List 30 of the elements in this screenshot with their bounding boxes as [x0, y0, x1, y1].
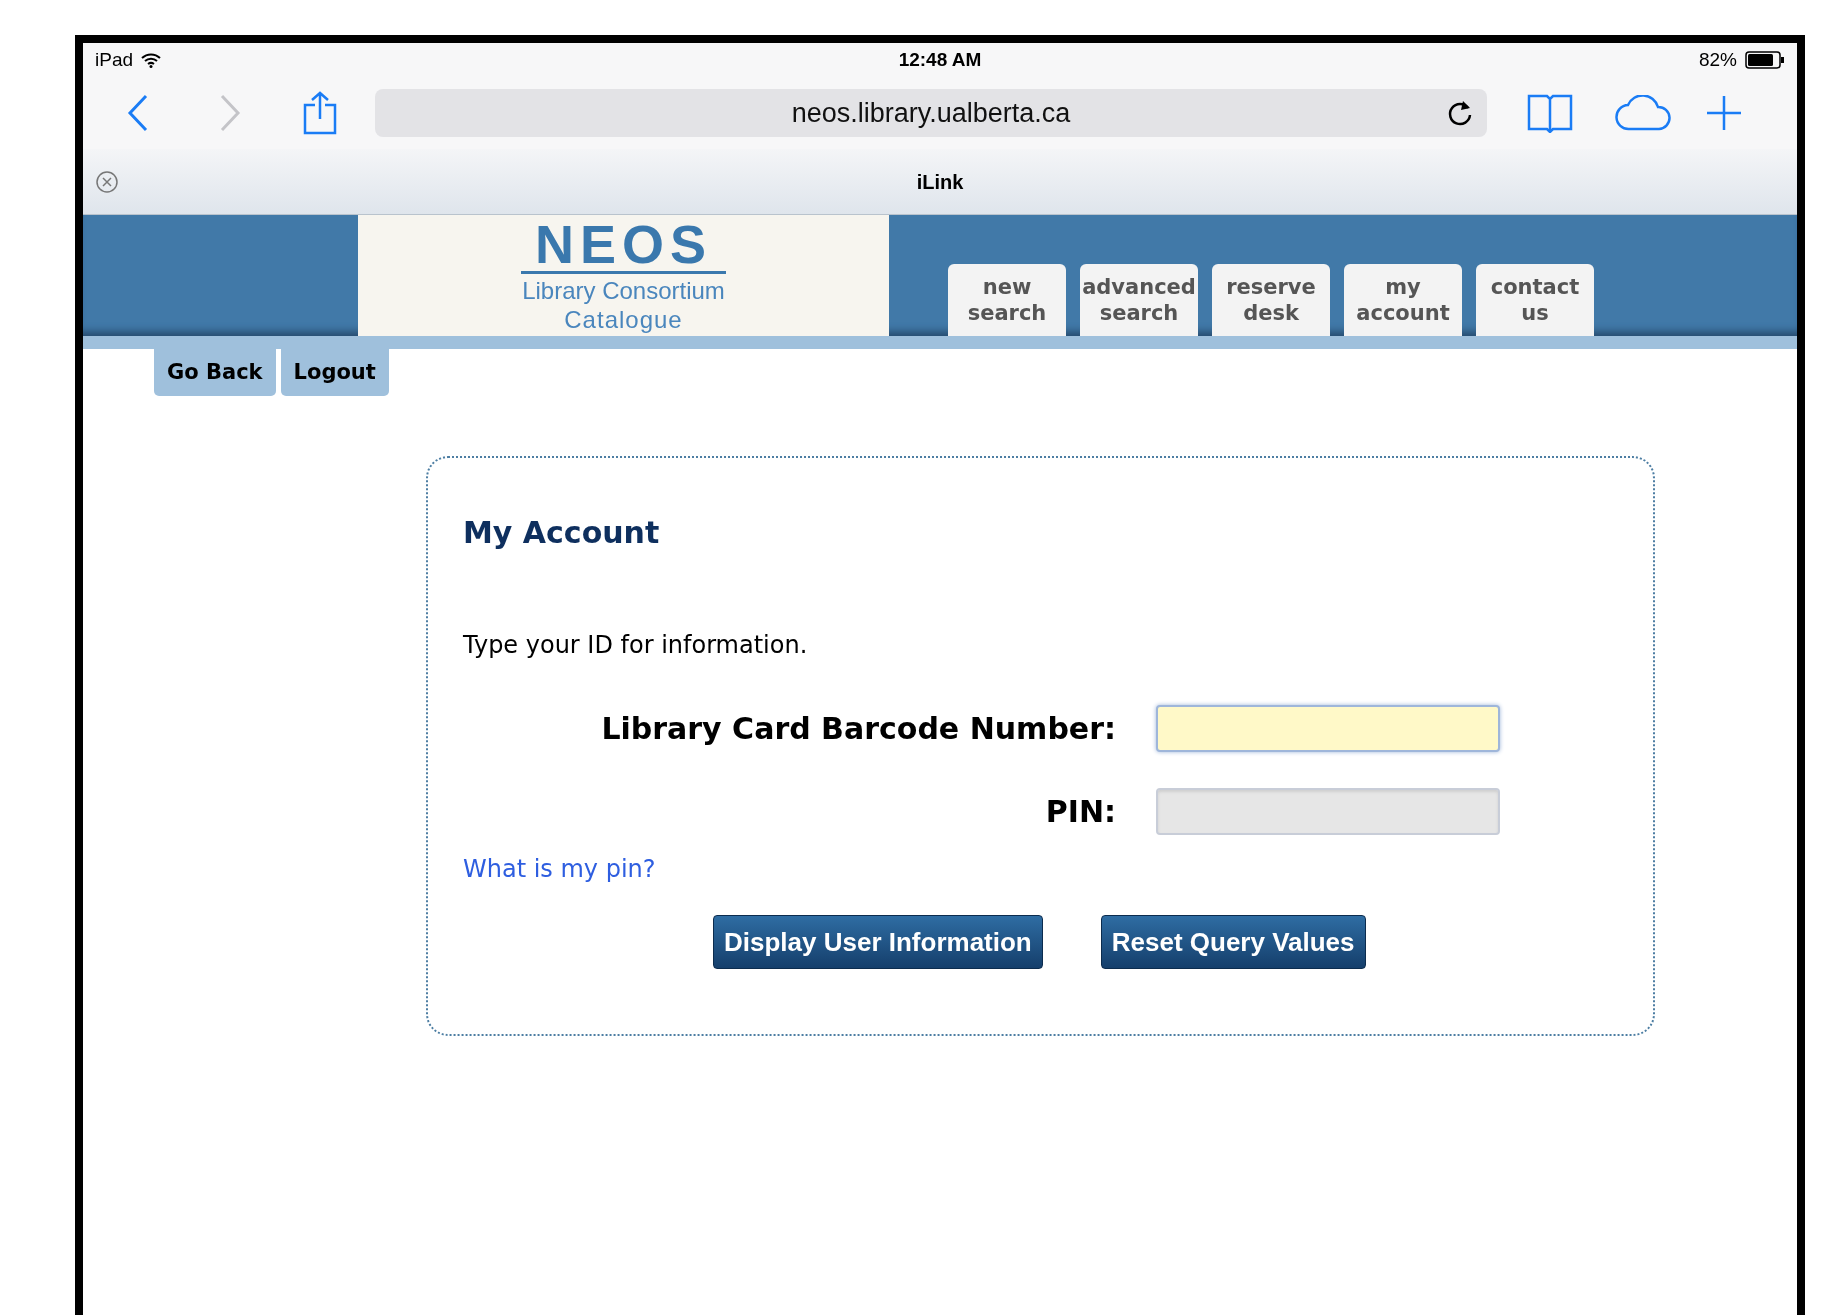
nav-tab[interactable]: contact us [1476, 264, 1594, 336]
battery-icon [1745, 51, 1785, 69]
form-button[interactable]: Display User Information [713, 915, 1043, 969]
logo-subtitle: Catalogue [564, 305, 683, 334]
form-button[interactable]: Reset Query Values [1100, 915, 1366, 969]
battery-percentage: 82% [1698, 47, 1737, 72]
clock-time: 12:48 AM [898, 47, 982, 72]
nav-tab[interactable]: new search [948, 264, 1066, 336]
header-button[interactable]: Go Back [154, 349, 276, 396]
nav-tab[interactable]: my account [1344, 264, 1462, 336]
form-title: My Account [463, 514, 661, 552]
logo-subtitle: Library Consortium [522, 276, 725, 305]
chevron-right-icon [219, 94, 241, 132]
field-label: PIN: [1044, 793, 1116, 831]
nav-tab[interactable]: advanced search [1080, 264, 1198, 336]
reload-icon[interactable] [1447, 99, 1473, 127]
address-bar[interactable]: neos.library.ualberta.ca [375, 89, 1487, 137]
input-field[interactable] [1156, 705, 1500, 752]
chevron-left-icon [127, 94, 149, 132]
tab-title[interactable]: iLink [916, 166, 964, 197]
field-label: Library Card Barcode Number: [600, 710, 1116, 748]
input-field[interactable] [1156, 788, 1500, 835]
close-tab-icon[interactable] [95, 169, 119, 194]
wifi-icon [141, 52, 162, 68]
instruction-text: Type your ID for information. [463, 630, 809, 661]
header-button[interactable]: Logout [280, 349, 389, 396]
nav-tab[interactable]: reserve desk [1212, 264, 1330, 336]
logo-title: NEOS [520, 217, 726, 274]
help-link[interactable]: What is my pin? [463, 851, 656, 887]
device-name: iPad [95, 47, 134, 72]
